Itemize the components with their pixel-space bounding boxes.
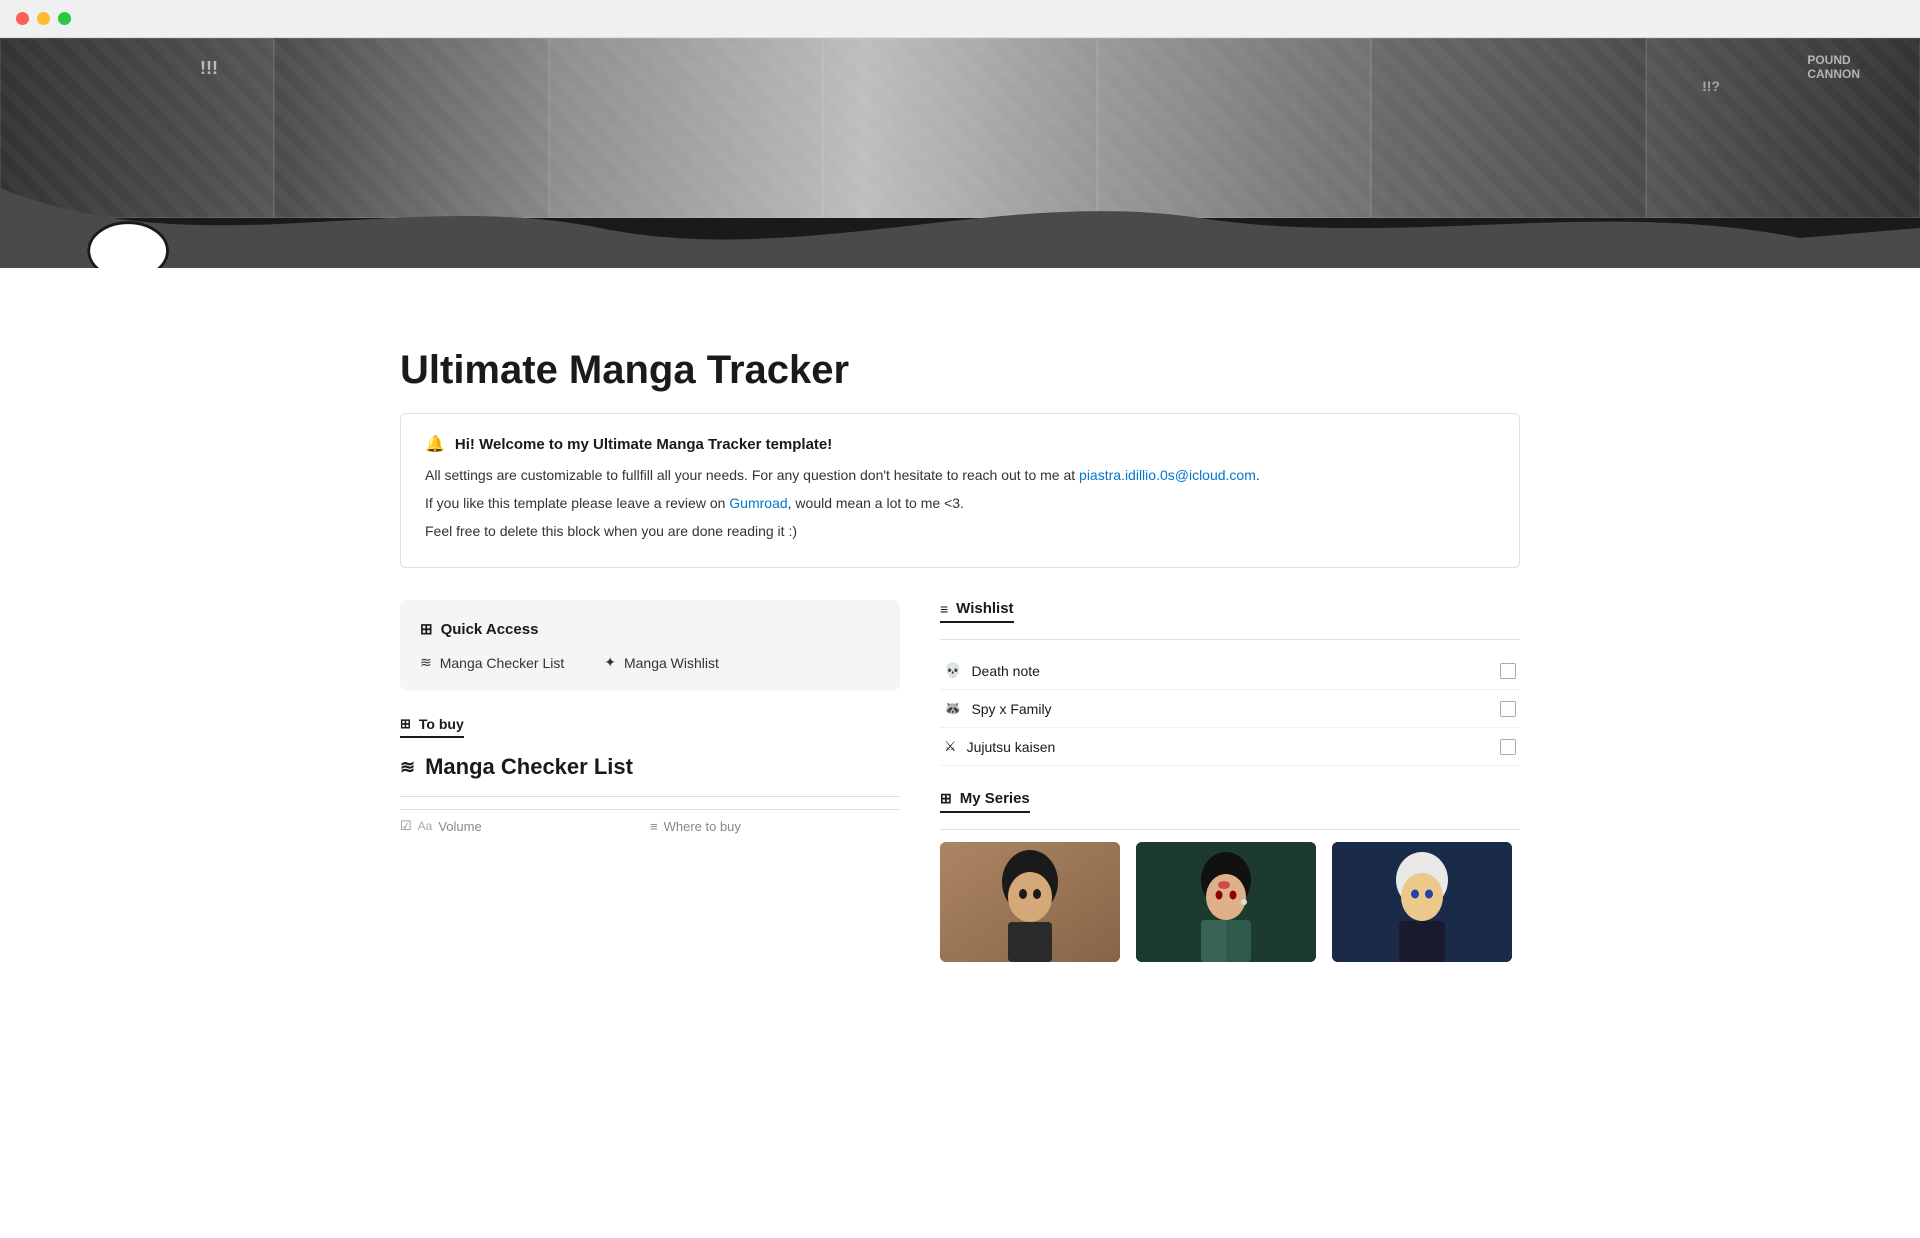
wishlist-item-spy-family: 🦝 Spy x Family <box>940 690 1520 728</box>
page-title: Ultimate Manga Tracker <box>400 348 1520 393</box>
death-note-label-group: 💀 Death note <box>944 662 1040 679</box>
series-card-3[interactable] <box>1332 842 1512 962</box>
minimize-button[interactable] <box>37 12 50 25</box>
callout-line1: All settings are customizable to fullfil… <box>425 464 1495 488</box>
profile-icon-area <box>80 218 180 268</box>
aa-text: Aa <box>418 819 433 833</box>
callout-title: Hi! Welcome to my Ultimate Manga Tracker… <box>455 436 832 453</box>
maximize-button[interactable] <box>58 12 71 25</box>
spy-family-checkbox[interactable] <box>1500 701 1516 717</box>
quick-access-section: ⊞ Quick Access ≋ Manga Checker List ✦ Ma… <box>400 600 900 691</box>
wishlist-divider <box>940 639 1520 640</box>
death-note-icon: 💀 <box>944 662 961 679</box>
list-col-icon: ≡ <box>650 819 658 834</box>
quick-access-grid-icon: ⊞ <box>420 620 433 638</box>
checkbox-icon: ☑ <box>400 818 412 834</box>
my-series-tab[interactable]: ⊞ My Series <box>940 790 1030 813</box>
series-cards <box>940 842 1520 962</box>
page-title-section: Ultimate Manga Tracker <box>400 268 1520 413</box>
callout-line3: Feel free to delete this block when you … <box>425 520 1495 544</box>
main-content: !!! !!? POUNDCANNON Ultimate Manga Track… <box>0 38 1920 962</box>
my-series-section: ⊞ My Series <box>940 790 1520 962</box>
hero-banner: !!! !!? POUNDCANNON <box>0 38 1920 268</box>
window-chrome <box>0 0 1920 38</box>
two-column-layout: ⊞ Quick Access ≋ Manga Checker List ✦ Ma… <box>400 600 1520 962</box>
list-icon: ≋ <box>420 654 432 671</box>
wishlist-item-jujutsu: ⚔ Jujutsu kaisen <box>940 728 1520 766</box>
callout-box: 🔔 Hi! Welcome to my Ultimate Manga Track… <box>400 413 1520 568</box>
speech-bubble-icon <box>80 218 180 268</box>
manga-text-2: !!? <box>1702 78 1720 94</box>
left-column: ⊞ Quick Access ≋ Manga Checker List ✦ Ma… <box>400 600 900 962</box>
close-button[interactable] <box>16 12 29 25</box>
where-to-buy-column-header: ≡ Where to buy <box>650 818 900 834</box>
gumroad-link[interactable]: Gumroad <box>729 495 787 511</box>
right-column: ≡ Wishlist 💀 Death note 🦝 <box>940 600 1520 962</box>
wave-shape <box>0 188 1920 268</box>
manga-checker-list-link[interactable]: ≋ Manga Checker List <box>420 654 564 671</box>
page-container: Ultimate Manga Tracker 🔔 Hi! Welcome to … <box>320 268 1600 962</box>
death-note-checkbox[interactable] <box>1500 663 1516 679</box>
jujutsu-label-group: ⚔ Jujutsu kaisen <box>944 738 1055 755</box>
to-buy-grid-icon: ⊞ <box>400 716 411 732</box>
spy-family-icon: 🦝 <box>944 700 961 717</box>
wishlist-item-death-note: 💀 Death note <box>940 652 1520 690</box>
manga-checker-heading: ≋ Manga Checker List <box>400 754 900 780</box>
table-columns: ☑ Aa Volume ≡ Where to buy <box>400 809 900 834</box>
table-divider <box>400 796 900 797</box>
manga-text-3: POUNDCANNON <box>1807 53 1860 81</box>
series-card-1[interactable] <box>940 842 1120 962</box>
quick-access-header: ⊞ Quick Access <box>420 620 880 638</box>
wishlist-section: ≡ Wishlist 💀 Death note 🦝 <box>940 600 1520 766</box>
manga-checker-icon: ≋ <box>400 757 415 778</box>
table-section: ⊞ To buy ≋ Manga Checker List ☑ Aa Volum… <box>400 715 900 834</box>
jujutsu-icon: ⚔ <box>944 738 957 755</box>
my-series-divider <box>940 829 1520 830</box>
volume-column-header: ☑ Aa Volume <box>400 818 650 834</box>
spy-family-label-group: 🦝 Spy x Family <box>944 700 1052 717</box>
my-series-grid-icon: ⊞ <box>940 790 952 807</box>
manga-text-1: !!! <box>200 58 218 79</box>
jujutsu-checkbox[interactable] <box>1500 739 1516 755</box>
callout-line2: If you like this template please leave a… <box>425 492 1495 516</box>
bell-icon: 🔔 <box>425 434 445 454</box>
quick-access-label: Quick Access <box>441 621 539 638</box>
sparkle-icon: ✦ <box>604 654 616 671</box>
wishlist-list-icon: ≡ <box>940 601 948 617</box>
callout-header: 🔔 Hi! Welcome to my Ultimate Manga Track… <box>425 434 1495 454</box>
series-card-2[interactable] <box>1136 842 1316 962</box>
quick-access-links: ≋ Manga Checker List ✦ Manga Wishlist <box>420 654 880 671</box>
to-buy-tab[interactable]: ⊞ To buy <box>400 716 464 738</box>
wishlist-tab[interactable]: ≡ Wishlist <box>940 600 1014 623</box>
manga-wishlist-link[interactable]: ✦ Manga Wishlist <box>604 654 719 671</box>
email-link[interactable]: piastra.idillio.0s@icloud.com <box>1079 467 1256 483</box>
